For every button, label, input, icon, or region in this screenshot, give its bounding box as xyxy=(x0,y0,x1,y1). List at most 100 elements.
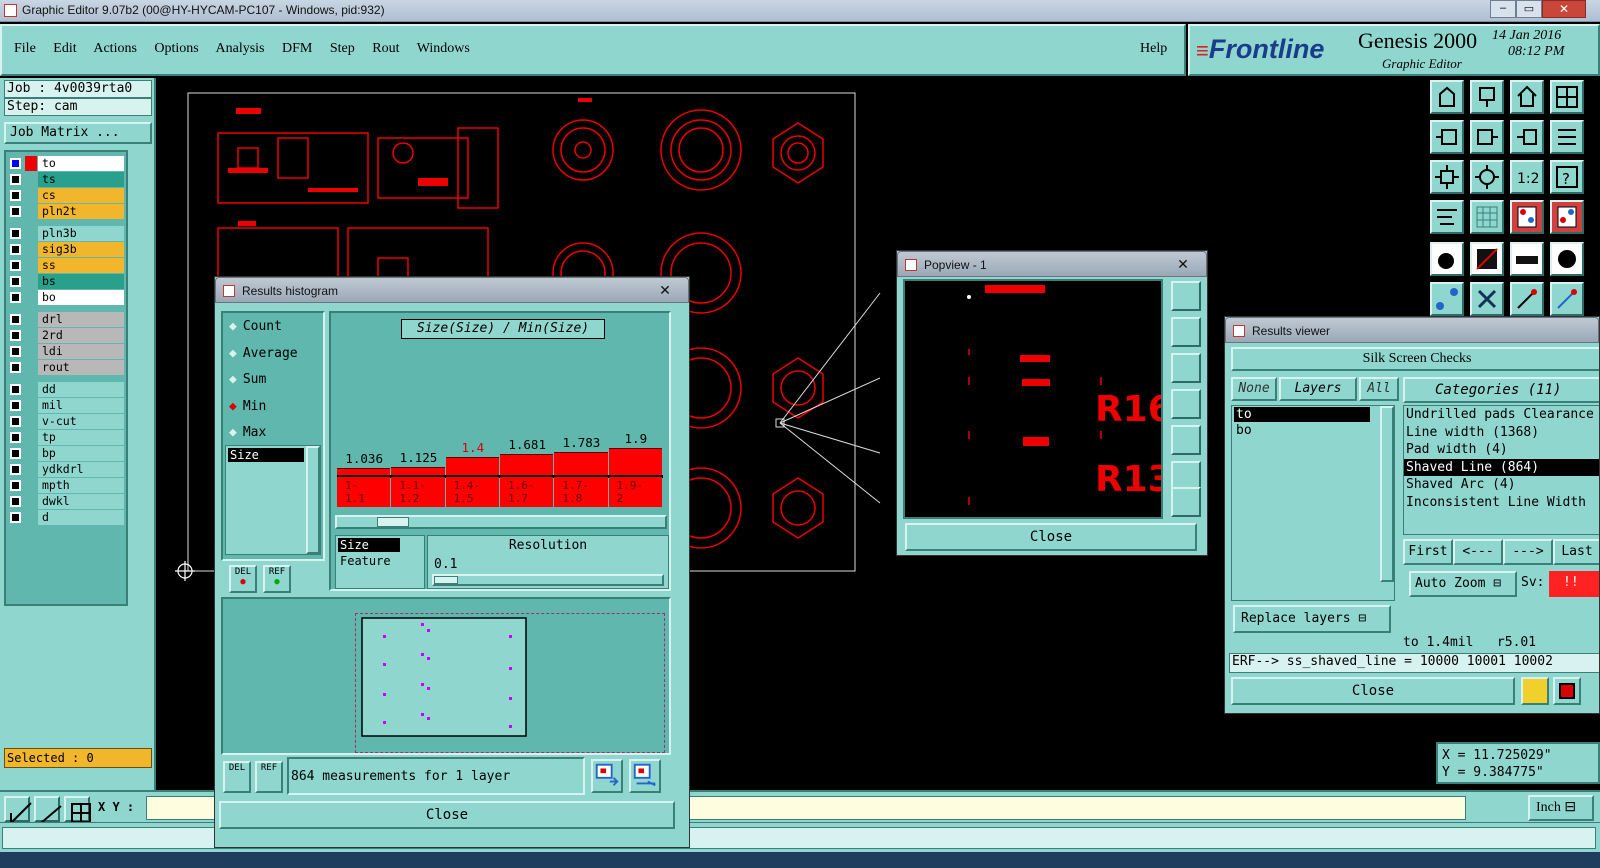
menu-step[interactable]: Step xyxy=(330,41,355,56)
layer-checkbox[interactable] xyxy=(10,244,21,255)
layer-row[interactable]: rout xyxy=(8,360,124,375)
tab-all[interactable]: All xyxy=(1359,377,1399,401)
feature-select-icon[interactable] xyxy=(1430,242,1464,276)
layer-row[interactable]: 2rd xyxy=(8,328,124,343)
layer-row[interactable]: cs xyxy=(8,188,124,203)
close-icon[interactable]: ✕ xyxy=(648,281,682,299)
radio-max[interactable]: ◆ Max xyxy=(229,425,266,440)
menu-edit[interactable]: Edit xyxy=(53,41,76,56)
result-layer-item[interactable]: to xyxy=(1234,407,1370,422)
layer-row[interactable]: sig3b xyxy=(8,242,124,257)
prev-button[interactable]: <--- xyxy=(1453,539,1503,565)
layer-checkbox[interactable] xyxy=(10,276,21,287)
layer-color-icon[interactable] xyxy=(1510,200,1544,234)
fit-icon[interactable] xyxy=(1430,160,1464,194)
pan-to-result-icon[interactable] xyxy=(629,759,661,793)
menu-dfm[interactable]: DFM xyxy=(282,41,312,56)
layer-checkbox[interactable] xyxy=(10,416,21,427)
histogram-bar[interactable] xyxy=(500,454,554,475)
mark-icon[interactable] xyxy=(1553,677,1581,705)
radio-average[interactable]: ◆ Average xyxy=(229,346,298,361)
layer-checkbox[interactable] xyxy=(10,190,21,201)
help-icon[interactable]: ? xyxy=(1550,160,1584,194)
layer-checkbox[interactable] xyxy=(10,448,21,459)
pan-left-icon[interactable] xyxy=(1430,120,1464,154)
close-icon[interactable]: ✕ xyxy=(1166,255,1200,273)
tab-none[interactable]: None xyxy=(1231,377,1277,401)
last-button[interactable]: Last xyxy=(1553,539,1599,565)
layer-row[interactable]: bo xyxy=(8,290,124,305)
layer-row[interactable]: ts xyxy=(8,172,124,187)
redo-view-icon[interactable] xyxy=(1550,120,1584,154)
zoom-ratio-icon[interactable]: 1:2 xyxy=(1510,160,1544,194)
layer-row[interactable]: pln2t xyxy=(8,204,124,219)
auto-zoom-dropdown[interactable]: Auto Zoom ⊟ xyxy=(1409,571,1517,597)
del-button[interactable]: DEL xyxy=(223,761,251,793)
vertical-scrollbar[interactable] xyxy=(1380,406,1394,582)
undo-view-icon[interactable] xyxy=(1510,120,1544,154)
layer-checkbox[interactable] xyxy=(10,362,21,373)
layer-row[interactable]: bs xyxy=(8,274,124,289)
layer-row[interactable]: pln3b xyxy=(8,226,124,241)
histogram-bar[interactable] xyxy=(554,452,608,475)
layer-row[interactable]: tp xyxy=(8,430,124,445)
popview-down-icon[interactable] xyxy=(1171,353,1201,383)
grid-icon[interactable] xyxy=(64,796,91,823)
circle-select-icon[interactable] xyxy=(1550,242,1584,276)
layer-checkbox[interactable] xyxy=(10,496,21,507)
ruler-icon[interactable] xyxy=(1510,242,1544,276)
results-close-button[interactable]: Close xyxy=(1231,677,1515,705)
category-item[interactable]: Inconsistent Line Width xyxy=(1404,494,1599,512)
category-item[interactable]: Undrilled pads Clearance xyxy=(1404,406,1599,424)
ref-button-left[interactable]: REF ● xyxy=(263,565,291,593)
menu-file[interactable]: File xyxy=(14,41,36,56)
layer-checkbox[interactable] xyxy=(10,174,21,185)
category-item[interactable]: Pad width (4) xyxy=(1404,441,1599,459)
close-window-button[interactable]: ✕ xyxy=(1542,0,1586,18)
vertical-scrollbar[interactable] xyxy=(306,446,320,554)
layer-row[interactable]: d xyxy=(8,510,124,525)
layer-row[interactable]: ldi xyxy=(8,344,124,359)
next-button[interactable]: ---> xyxy=(1503,539,1553,565)
layer-checkbox[interactable] xyxy=(10,330,21,341)
first-button[interactable]: First xyxy=(1403,539,1453,565)
tab-layers[interactable]: Layers xyxy=(1279,377,1357,401)
layer-row[interactable]: mil xyxy=(8,398,124,413)
radio-count[interactable]: ◆ Count xyxy=(229,319,282,334)
move-icon[interactable] xyxy=(1510,282,1544,316)
replace-layers-dropdown[interactable]: Replace layers ⊟ xyxy=(1233,605,1391,633)
tools-icon[interactable] xyxy=(1430,200,1464,234)
layer-checkbox[interactable] xyxy=(10,158,21,169)
zoom-home-icon[interactable] xyxy=(1430,80,1464,114)
cross-icon[interactable] xyxy=(1470,282,1504,316)
layer-checkbox[interactable] xyxy=(10,292,21,303)
histogram-bar[interactable] xyxy=(391,467,445,475)
measure-list-item[interactable]: Size xyxy=(228,448,304,462)
menu-options[interactable]: Options xyxy=(154,41,198,56)
category-item[interactable]: Shaved Arc (4) xyxy=(1404,476,1599,494)
layer-row[interactable]: dd xyxy=(8,382,124,397)
snap-icon[interactable] xyxy=(4,796,32,824)
layer-checkbox[interactable] xyxy=(10,314,21,325)
window-icon[interactable] xyxy=(1550,80,1584,114)
pan-down-icon[interactable] xyxy=(1470,80,1504,114)
horizontal-scrollbar[interactable] xyxy=(335,515,667,529)
layer-row[interactable]: ydkdrl xyxy=(8,462,124,477)
zoom-to-result-icon[interactable] xyxy=(591,759,623,793)
popview-left-icon[interactable] xyxy=(1171,389,1201,419)
list-item-feature[interactable]: Feature xyxy=(336,554,424,568)
histogram-bar[interactable] xyxy=(445,457,499,475)
menu-windows[interactable]: Windows xyxy=(417,41,470,56)
popview-canvas[interactable]: R16 R13 xyxy=(903,279,1163,519)
layer-checkbox[interactable] xyxy=(10,228,21,239)
list-item-size[interactable]: Size xyxy=(338,538,400,552)
del-button-left[interactable]: DEL ● xyxy=(229,565,257,593)
popview-up-icon[interactable] xyxy=(1171,317,1201,347)
home-icon[interactable] xyxy=(1510,80,1544,114)
layer-row[interactable]: to xyxy=(8,156,124,171)
highlight-icon[interactable] xyxy=(1521,677,1549,705)
layer-checkbox[interactable] xyxy=(10,400,21,411)
result-layer-item[interactable]: bo xyxy=(1234,423,1370,438)
minimize-button[interactable]: – xyxy=(1490,0,1516,18)
radio-sum[interactable]: ◆ Sum xyxy=(229,372,266,387)
